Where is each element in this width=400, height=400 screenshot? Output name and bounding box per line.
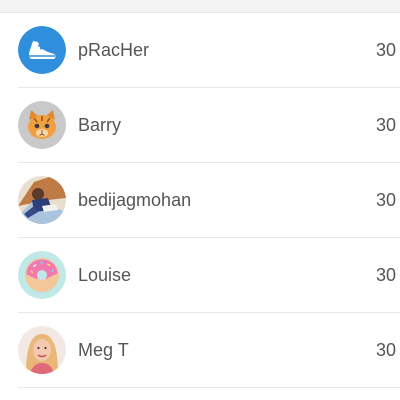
person-photo-avatar [18,176,66,224]
list-item[interactable]: bedijagmohan 30 [18,163,400,238]
player-name: Barry [78,115,122,135]
player-score: 30 [375,190,396,210]
top-bar [0,0,400,13]
player-name: pRacHer [78,40,150,60]
player-score: 30 [375,115,396,135]
list-item[interactable]: pRacHer 30 [18,13,400,88]
player-name: Meg T [78,340,129,360]
player-score: 30 [375,340,396,360]
player-score: 30 [375,265,396,285]
cat-face-avatar [18,101,66,149]
running-shoe-icon [18,26,66,74]
leaderboard-list: pRacHer 30 Barry 30 bedijagmohan 30 Loui… [0,13,400,388]
list-item[interactable]: Meg T 30 [18,313,400,388]
list-item[interactable]: Barry 30 [18,88,400,163]
list-item[interactable]: Louise 30 [18,238,400,313]
player-score: 30 [375,40,396,60]
donut-avatar [18,251,66,299]
player-name: Louise [78,265,132,285]
woman-photo-avatar [18,326,66,374]
player-name: bedijagmohan [78,190,192,210]
